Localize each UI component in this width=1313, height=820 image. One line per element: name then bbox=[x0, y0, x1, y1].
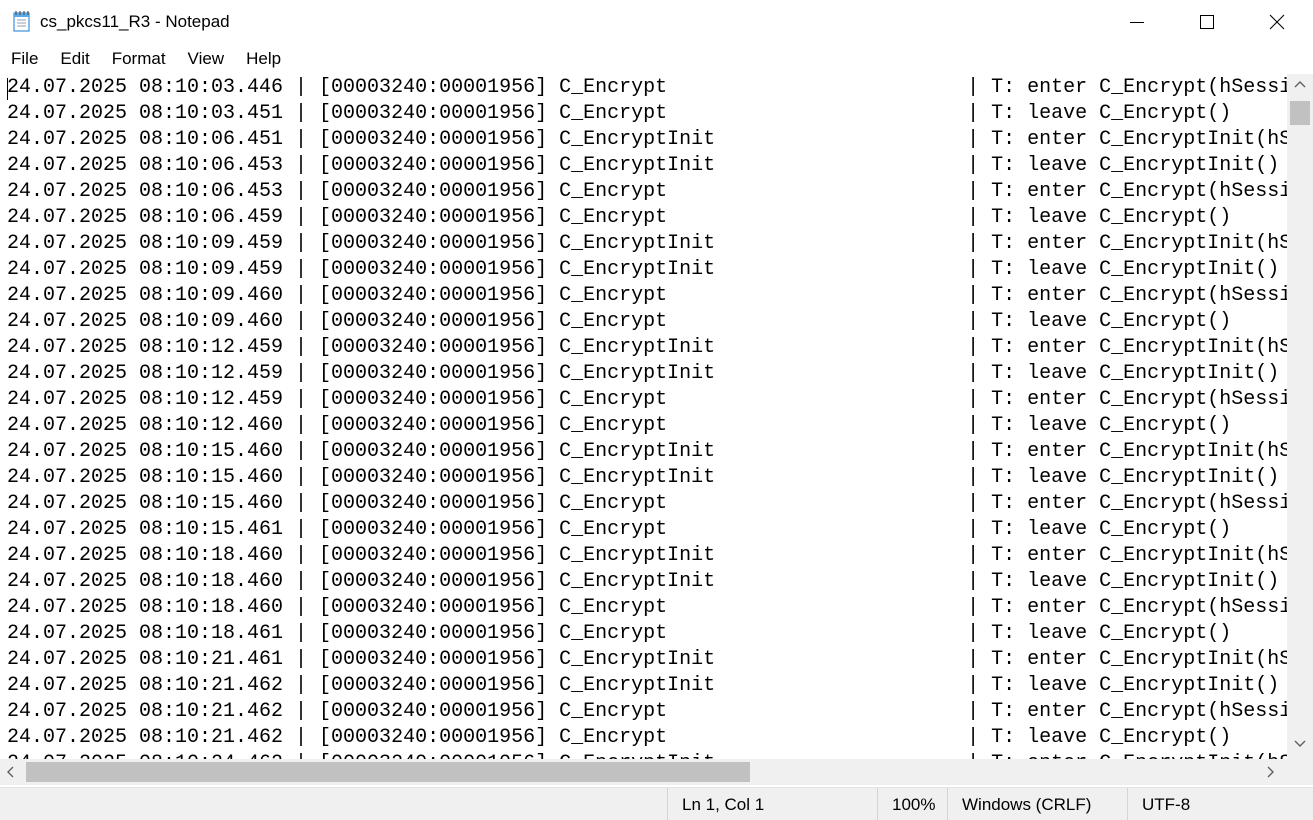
status-bar: Ln 1, Col 1 100% Windows (CRLF) UTF-8 bbox=[0, 787, 1313, 820]
text-line[interactable]: 24.07.2025 08:10:12.459 | [00003240:0000… bbox=[7, 361, 1287, 387]
text-line[interactable]: 24.07.2025 08:10:18.460 | [00003240:0000… bbox=[7, 543, 1287, 569]
menu-format[interactable]: Format bbox=[101, 46, 177, 72]
status-cursor-position: Ln 1, Col 1 bbox=[667, 788, 877, 820]
text-line[interactable]: 24.07.2025 08:10:21.461 | [00003240:0000… bbox=[7, 647, 1287, 673]
text-line[interactable]: 24.07.2025 08:10:03.446 | [00003240:0000… bbox=[7, 75, 1287, 101]
status-encoding: UTF-8 bbox=[1127, 788, 1313, 820]
text-line[interactable]: 24.07.2025 08:10:09.460 | [00003240:0000… bbox=[7, 309, 1287, 335]
scroll-right-icon[interactable] bbox=[1267, 766, 1275, 778]
menu-bar: File Edit Format View Help bbox=[0, 46, 292, 72]
text-line[interactable]: 24.07.2025 08:10:12.459 | [00003240:0000… bbox=[7, 335, 1287, 361]
maximize-icon bbox=[1200, 15, 1214, 29]
horizontal-scroll-thumb[interactable] bbox=[26, 762, 750, 782]
text-line[interactable]: 24.07.2025 08:10:15.460 | [00003240:0000… bbox=[7, 439, 1287, 465]
text-line[interactable]: 24.07.2025 08:10:21.462 | [00003240:0000… bbox=[7, 699, 1287, 725]
text-editor[interactable]: 24.07.2025 08:10:03.446 | [00003240:0000… bbox=[0, 74, 1287, 759]
vertical-scrollbar[interactable] bbox=[1287, 74, 1313, 759]
text-line[interactable]: 24.07.2025 08:10:09.459 | [00003240:0000… bbox=[7, 257, 1287, 283]
text-line[interactable]: 24.07.2025 08:10:15.460 | [00003240:0000… bbox=[7, 491, 1287, 517]
text-line[interactable]: 24.07.2025 08:10:09.460 | [00003240:0000… bbox=[7, 283, 1287, 309]
text-line[interactable]: 24.07.2025 08:10:15.460 | [00003240:0000… bbox=[7, 465, 1287, 491]
text-line[interactable]: 24.07.2025 08:10:18.461 | [00003240:0000… bbox=[7, 621, 1287, 647]
title-bar[interactable]: cs_pkcs11_R3 - Notepad bbox=[0, 0, 1313, 44]
text-line[interactable]: 24.07.2025 08:10:03.451 | [00003240:0000… bbox=[7, 101, 1287, 127]
text-line[interactable]: 24.07.2025 08:10:18.460 | [00003240:0000… bbox=[7, 595, 1287, 621]
close-icon bbox=[1269, 14, 1285, 30]
text-content[interactable]: 24.07.2025 08:10:03.446 | [00003240:0000… bbox=[7, 75, 1287, 759]
text-line[interactable]: 24.07.2025 08:10:06.453 | [00003240:0000… bbox=[7, 153, 1287, 179]
minimize-icon bbox=[1130, 22, 1144, 23]
text-line[interactable]: 24.07.2025 08:10:21.462 | [00003240:0000… bbox=[7, 725, 1287, 751]
text-line[interactable]: 24.07.2025 08:10:06.451 | [00003240:0000… bbox=[7, 127, 1287, 153]
text-line[interactable]: 24.07.2025 08:10:09.459 | [00003240:0000… bbox=[7, 231, 1287, 257]
text-caret bbox=[7, 78, 8, 100]
notepad-icon bbox=[12, 10, 32, 32]
window-title: cs_pkcs11_R3 - Notepad bbox=[40, 12, 230, 31]
scrollbar-corner bbox=[1287, 759, 1313, 785]
text-line[interactable]: 24.07.2025 08:10:18.460 | [00003240:0000… bbox=[7, 569, 1287, 595]
close-button[interactable] bbox=[1242, 0, 1312, 44]
text-line[interactable]: 24.07.2025 08:10:06.459 | [00003240:0000… bbox=[7, 205, 1287, 231]
menu-edit[interactable]: Edit bbox=[49, 46, 100, 72]
text-line[interactable]: 24.07.2025 08:10:21.462 | [00003240:0000… bbox=[7, 673, 1287, 699]
menu-view[interactable]: View bbox=[177, 46, 236, 72]
minimize-button[interactable] bbox=[1102, 0, 1172, 44]
text-line[interactable]: 24.07.2025 08:10:12.460 | [00003240:0000… bbox=[7, 413, 1287, 439]
scroll-down-icon[interactable] bbox=[1294, 740, 1306, 748]
text-line[interactable]: 24.07.2025 08:10:15.461 | [00003240:0000… bbox=[7, 517, 1287, 543]
text-line[interactable]: 24.07.2025 08:10:24.462 | [00003240:0000… bbox=[7, 751, 1287, 759]
text-line[interactable]: 24.07.2025 08:10:12.459 | [00003240:0000… bbox=[7, 387, 1287, 413]
menu-help[interactable]: Help bbox=[235, 46, 292, 72]
maximize-button[interactable] bbox=[1172, 0, 1242, 44]
horizontal-scrollbar[interactable] bbox=[0, 759, 1287, 785]
text-line[interactable]: 24.07.2025 08:10:06.453 | [00003240:0000… bbox=[7, 179, 1287, 205]
scroll-up-icon[interactable] bbox=[1294, 80, 1306, 88]
status-zoom: 100% bbox=[877, 788, 947, 820]
status-line-ending: Windows (CRLF) bbox=[947, 788, 1127, 820]
scroll-left-icon[interactable] bbox=[6, 766, 14, 778]
menu-file[interactable]: File bbox=[0, 46, 49, 72]
vertical-scroll-thumb[interactable] bbox=[1290, 101, 1310, 125]
